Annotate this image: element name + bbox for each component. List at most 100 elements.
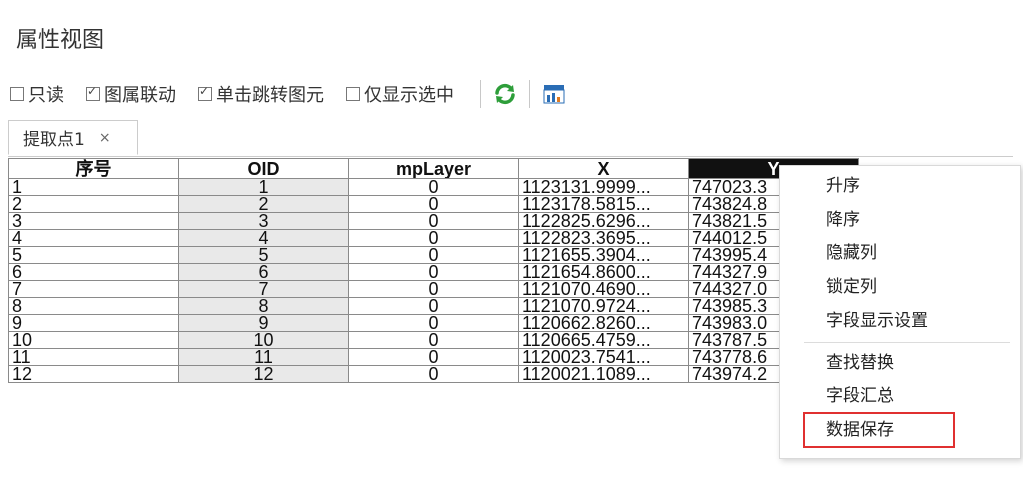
table-row[interactable]: 2 2 0 1123178.5815... 743824.8: [8, 195, 859, 213]
context-menu-item-1[interactable]: 升序: [826, 172, 860, 200]
column-header-1[interactable]: 序号: [8, 158, 179, 179]
show-selected-label: 仅显示选中: [364, 85, 454, 106]
table-cell[interactable]: 0: [348, 314, 519, 332]
grid-body: 1 1 0 1123131.9999... 747023.3 2 2 0 1123178.581…: [8, 178, 859, 383]
map-link-checkbox[interactable]: 图属联动: [86, 81, 176, 107]
grid-header-row: 序号 OID mpLayer X Y: [8, 158, 859, 179]
table-cell[interactable]: 1: [8, 178, 179, 196]
map-link-label: 图属联动: [104, 85, 176, 106]
table-cell[interactable]: 12: [8, 365, 179, 383]
context-menu-item-8[interactable]: 数据保存: [826, 416, 894, 444]
table-cell[interactable]: 0: [348, 195, 519, 213]
table-cell[interactable]: 12: [178, 365, 349, 383]
table-cell[interactable]: 0: [348, 280, 519, 298]
table-cell[interactable]: 6: [178, 263, 349, 281]
tab-label: 提取点1: [23, 130, 85, 150]
table-cell[interactable]: 0: [348, 297, 519, 315]
context-menu-item-6[interactable]: 查找替换: [826, 349, 894, 377]
map-link-checkbox-box[interactable]: [86, 84, 100, 101]
table-row[interactable]: 5 5 0 1121655.3904... 743995.4: [8, 246, 859, 264]
table-cell[interactable]: 1: [178, 178, 349, 196]
table-row[interactable]: 1 1 0 1123131.9999... 747023.3: [8, 178, 859, 196]
table-cell[interactable]: 11: [178, 348, 349, 366]
table-cell[interactable]: 7: [8, 280, 179, 298]
close-icon[interactable]: ×: [99, 130, 111, 146]
table-cell[interactable]: 0: [348, 229, 519, 247]
table-cell[interactable]: 5: [8, 246, 179, 264]
table-cell[interactable]: 10: [178, 331, 349, 349]
table-cell[interactable]: 1123178.5815...: [518, 195, 689, 213]
table-cell[interactable]: 1121655.3904...: [518, 246, 689, 264]
table-cell[interactable]: 5: [178, 246, 349, 264]
attribute-grid: 序号 OID mpLayer X Y 1 1 0 1123131.9999... 747023.…: [8, 158, 859, 383]
table-cell[interactable]: 0: [348, 331, 519, 349]
column-header-4[interactable]: X: [518, 158, 689, 179]
table-cell[interactable]: 1120021.1089...: [518, 365, 689, 383]
tab-bar: 提取点1 ×: [8, 120, 1013, 157]
context-menu-item-4[interactable]: 锁定列: [826, 273, 877, 301]
table-chart-icon[interactable]: [540, 80, 568, 108]
click-jump-checkbox-box[interactable]: [198, 84, 212, 101]
table-row[interactable]: 3 3 0 1122825.6296... 743821.5: [8, 212, 859, 230]
click-jump-checkbox[interactable]: 单击跳转图元: [198, 81, 324, 107]
table-row[interactable]: 7 7 0 1121070.4690... 744327.0: [8, 280, 859, 298]
toolbar: 只读 图属联动 单击跳转图元 仅显示选中: [10, 80, 574, 108]
panel-title: 属性视图: [16, 28, 105, 53]
column-header-3[interactable]: mpLayer: [348, 158, 519, 179]
table-cell[interactable]: 7: [178, 280, 349, 298]
show-selected-checkbox-box[interactable]: [346, 87, 360, 101]
attribute-view-window: 属性视图 只读 图属联动 单击跳转图元 仅显示选中: [0, 0, 1023, 477]
table-cell[interactable]: 4: [8, 229, 179, 247]
column-header-2[interactable]: OID: [178, 158, 349, 179]
table-cell[interactable]: 3: [8, 212, 179, 230]
table-cell[interactable]: 1122823.3695...: [518, 229, 689, 247]
table-cell[interactable]: 2: [178, 195, 349, 213]
table-cell[interactable]: 1120665.4759...: [518, 331, 689, 349]
table-cell[interactable]: 2: [8, 195, 179, 213]
readonly-checkbox-box[interactable]: [10, 87, 24, 101]
click-jump-label: 单击跳转图元: [216, 85, 324, 106]
context-menu-separator: [804, 342, 1010, 343]
table-cell[interactable]: 1120662.8260...: [518, 314, 689, 332]
table-cell[interactable]: 0: [348, 246, 519, 264]
table-cell[interactable]: 6: [8, 263, 179, 281]
table-cell[interactable]: 0: [348, 365, 519, 383]
table-cell[interactable]: 11: [8, 348, 179, 366]
table-row[interactable]: 12 12 0 1120021.1089... 743974.2: [8, 365, 859, 383]
table-row[interactable]: 4 4 0 1122823.3695... 744012.5: [8, 229, 859, 247]
table-cell[interactable]: 8: [8, 297, 179, 315]
table-cell[interactable]: 0: [348, 212, 519, 230]
context-menu-item-7[interactable]: 字段汇总: [826, 382, 894, 410]
toolbar-separator-2: [529, 80, 530, 108]
context-menu-item-3[interactable]: 隐藏列: [826, 239, 877, 267]
table-cell[interactable]: 9: [178, 314, 349, 332]
table-row[interactable]: 8 8 0 1121070.9724... 743985.3: [8, 297, 859, 315]
table-row[interactable]: 10 10 0 1120665.4759... 743787.5: [8, 331, 859, 349]
table-cell[interactable]: 10: [8, 331, 179, 349]
table-cell[interactable]: 1120023.7541...: [518, 348, 689, 366]
context-menu-item-2[interactable]: 降序: [826, 206, 860, 234]
table-cell[interactable]: 0: [348, 263, 519, 281]
table-cell[interactable]: 0: [348, 348, 519, 366]
readonly-checkbox[interactable]: 只读: [10, 81, 64, 107]
table-row[interactable]: 11 11 0 1120023.7541... 743778.6: [8, 348, 859, 366]
table-cell[interactable]: 1123131.9999...: [518, 178, 689, 196]
table-cell[interactable]: 9: [8, 314, 179, 332]
table-cell[interactable]: 0: [348, 178, 519, 196]
refresh-icon[interactable]: [491, 80, 519, 108]
toolbar-separator: [480, 80, 481, 108]
table-cell[interactable]: 1121070.4690...: [518, 280, 689, 298]
table-cell[interactable]: 4: [178, 229, 349, 247]
context-menu: 升序降序隐藏列锁定列字段显示设置 查找替换字段汇总数据保存: [779, 165, 1021, 459]
table-cell[interactable]: 1121654.8600...: [518, 263, 689, 281]
table-cell[interactable]: 1122825.6296...: [518, 212, 689, 230]
table-cell[interactable]: 8: [178, 297, 349, 315]
context-menu-item-5[interactable]: 字段显示设置: [826, 307, 928, 335]
table-row[interactable]: 6 6 0 1121654.8600... 744327.9: [8, 263, 859, 281]
table-cell[interactable]: 1121070.9724...: [518, 297, 689, 315]
show-selected-checkbox[interactable]: 仅显示选中: [346, 81, 454, 107]
tab-extract-point-1[interactable]: 提取点1 ×: [8, 120, 138, 155]
table-row[interactable]: 9 9 0 1120662.8260... 743983.0: [8, 314, 859, 332]
readonly-label: 只读: [28, 85, 64, 106]
table-cell[interactable]: 3: [178, 212, 349, 230]
